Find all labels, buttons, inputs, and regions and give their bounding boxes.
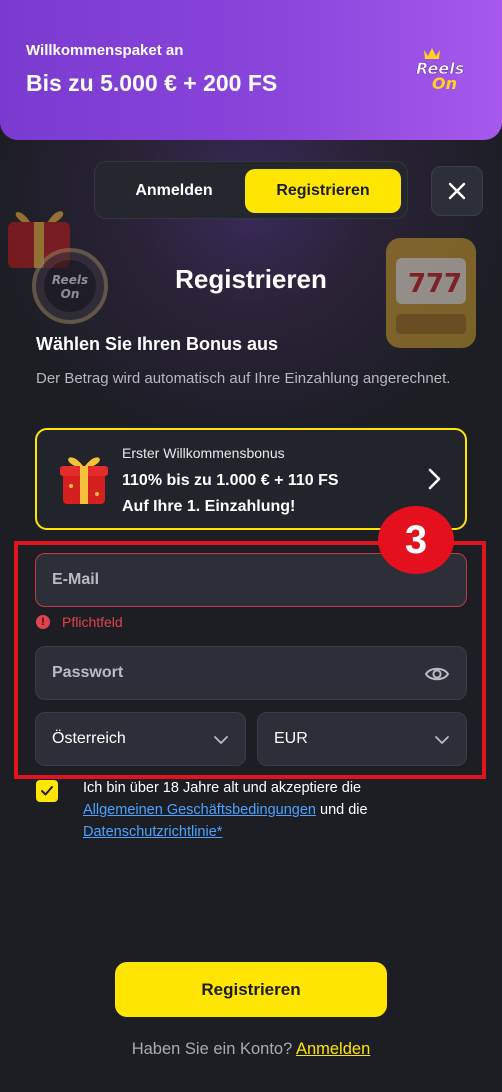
chevron-right-icon bbox=[428, 468, 441, 490]
register-button[interactable]: Registrieren bbox=[115, 962, 387, 1017]
tab-register[interactable]: Registrieren bbox=[245, 169, 401, 213]
terms-text: Ich bin über 18 Jahre alt und akzeptiere… bbox=[83, 777, 463, 843]
reelson-logo: Reels On bbox=[416, 48, 465, 93]
tab-login[interactable]: Anmelden bbox=[105, 169, 243, 213]
step-badge: 3 bbox=[378, 506, 454, 574]
annotation-highlight-frame bbox=[14, 541, 486, 779]
close-button[interactable] bbox=[431, 166, 483, 216]
promo-banner[interactable]: Willkommenspaket an Bis zu 5.000 € + 200… bbox=[0, 0, 502, 140]
bonus-condition: Auf Ihre 1. Einzahlung! bbox=[122, 498, 296, 515]
terms-pre-text: Ich bin über 18 Jahre alt und akzeptiere… bbox=[83, 780, 362, 796]
bonus-section-description: Der Betrag wird automatisch auf Ihre Ein… bbox=[36, 370, 451, 387]
login-link[interactable]: Anmelden bbox=[296, 1040, 370, 1058]
terms-mid-text: und die bbox=[315, 802, 368, 818]
gift-icon bbox=[60, 457, 108, 504]
logo-text-bottom: On bbox=[432, 74, 457, 93]
auth-tabs: Anmelden Registrieren bbox=[94, 161, 408, 219]
bonus-label: Erster Willkommensbonus bbox=[122, 445, 285, 461]
terms-link[interactable]: Allgemeinen Geschäftsbedingungen bbox=[83, 802, 316, 818]
close-icon bbox=[448, 182, 466, 200]
check-icon bbox=[41, 786, 53, 796]
privacy-link[interactable]: Datenschutzrichtlinie* bbox=[83, 824, 222, 840]
registration-page: Reels On 7 7 7 Willkommenspaket an Bis z… bbox=[0, 0, 502, 1092]
login-prompt: Haben Sie ein Konto? Anmelden bbox=[0, 1040, 502, 1059]
promo-title: Bis zu 5.000 € + 200 FS bbox=[26, 70, 278, 96]
promo-subtitle: Willkommenspaket an bbox=[26, 42, 184, 59]
login-prompt-text: Haben Sie ein Konto? bbox=[131, 1040, 293, 1058]
terms-checkbox[interactable] bbox=[36, 780, 58, 802]
bonus-offer: 110% bis zu 1.000 € + 110 FS bbox=[122, 472, 339, 489]
page-title: Registrieren bbox=[175, 264, 327, 294]
bonus-section-title: Wählen Sie Ihren Bonus aus bbox=[36, 334, 279, 354]
